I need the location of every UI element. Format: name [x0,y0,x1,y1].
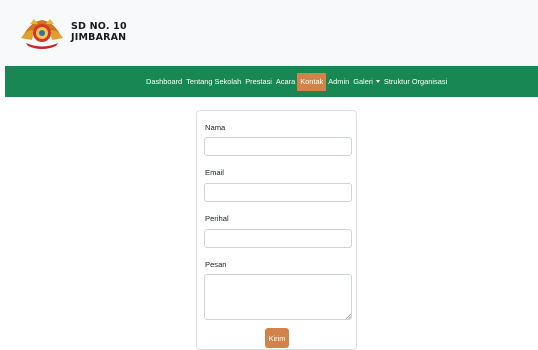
chevron-down-icon [375,79,380,83]
email-input[interactable] [204,183,352,202]
nama-input[interactable] [204,137,352,156]
pesan-label: Pesan [205,260,227,269]
perihal-input[interactable] [204,229,352,248]
school-emblem-icon[interactable] [20,16,64,50]
main-navbar: Dashboard Tentang Sekolah Prestasi Acara… [5,66,538,97]
nama-label: Nama [205,123,226,132]
nav-item-galeri[interactable]: Galeri [351,73,382,91]
nav-item-prestasi[interactable]: Prestasi [243,73,274,91]
nav-item-acara[interactable]: Acara [274,73,297,91]
school-name-line2: JIMBARAN [71,32,127,43]
school-name[interactable]: SD NO. 10 JIMBARAN [71,21,127,43]
nav-item-struktur-organisasi[interactable]: Struktur Organisasi [382,73,449,91]
pesan-textarea[interactable] [204,274,352,320]
nav-item-dashboard[interactable]: Dashboard [144,73,184,91]
nav-list: Dashboard Tentang Sekolah Prestasi Acara… [144,66,449,97]
contact-form: Nama Email Perihal Pesan Kirim [196,110,357,350]
email-label: Email [205,168,224,177]
resize-grip-icon[interactable] [345,313,351,319]
perihal-label: Perihal [205,214,229,223]
nav-item-admin[interactable]: Admin [326,73,351,91]
kirim-button[interactable]: Kirim [265,328,289,348]
site-header: SD NO. 10 JIMBARAN [0,0,538,66]
nav-item-tentang-sekolah[interactable]: Tentang Sekolah [184,73,243,91]
nav-item-kontak[interactable]: Kontak [297,72,327,91]
school-name-line1: SD NO. 10 [71,21,127,32]
nav-item-galeri-label: Galeri [353,76,373,86]
